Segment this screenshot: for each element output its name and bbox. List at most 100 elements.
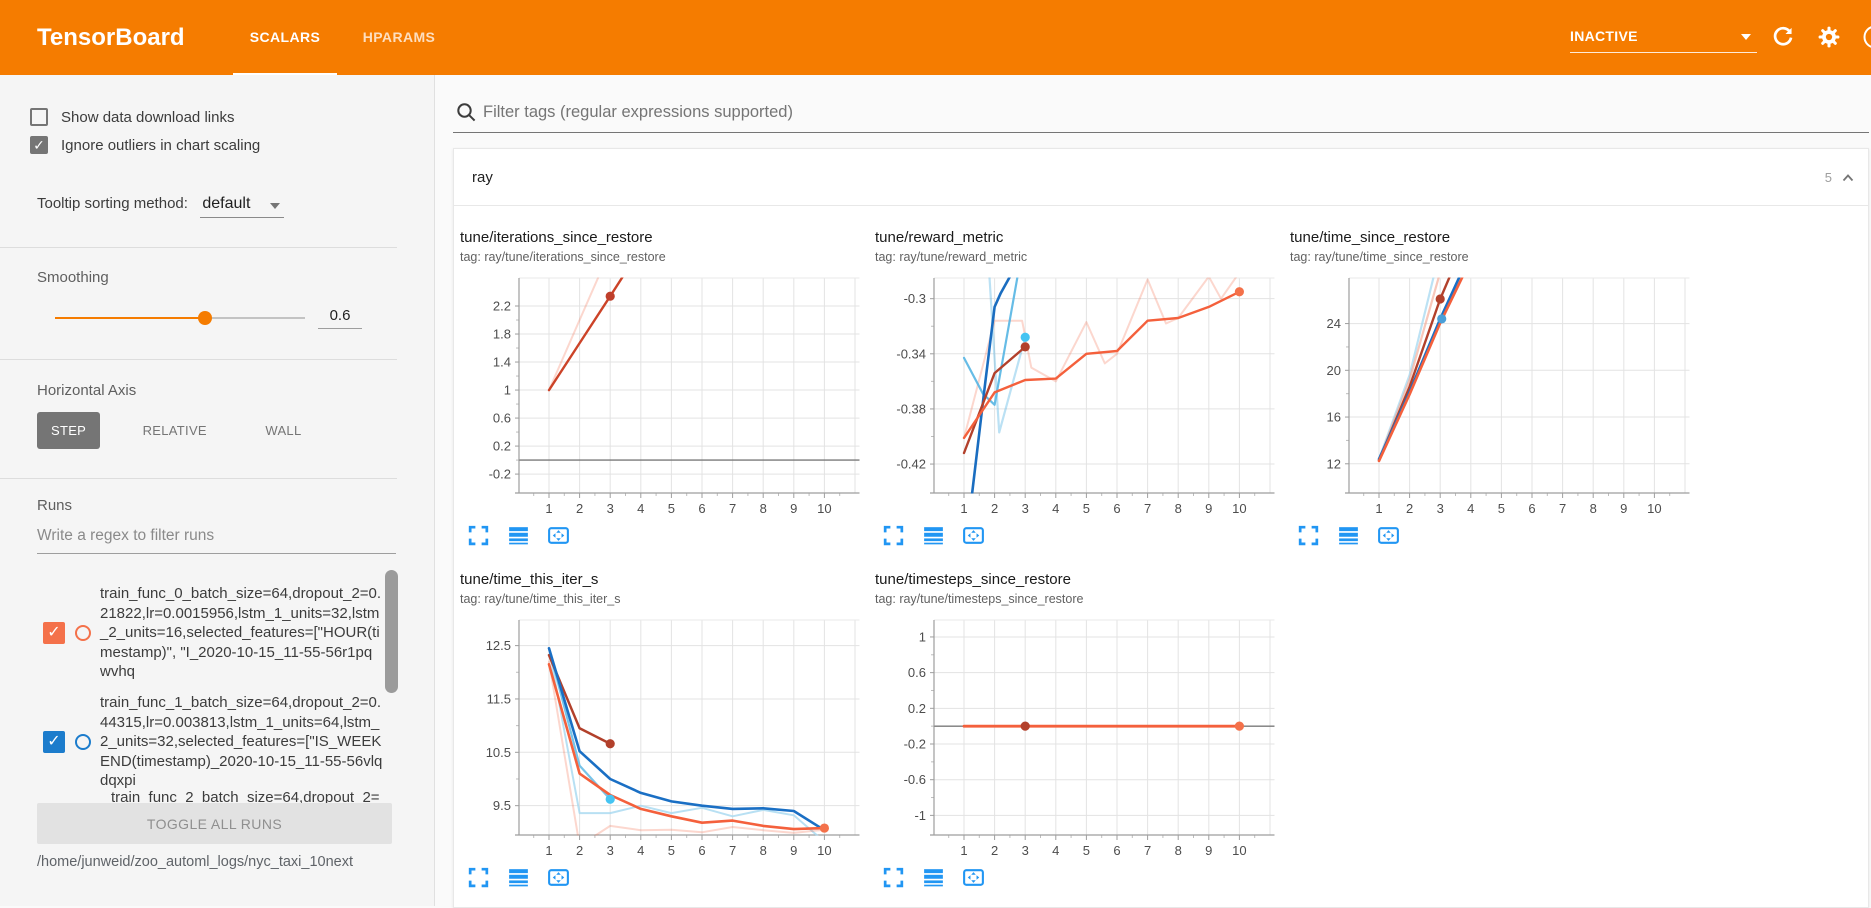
runs-selector-icon[interactable] (921, 523, 946, 548)
run-radio[interactable] (75, 625, 91, 641)
series-end-marker[interactable] (606, 795, 615, 804)
y-tick-label: 10.5 (486, 745, 511, 760)
chart-actions (881, 865, 986, 890)
run-checkbox[interactable]: ✓ (43, 731, 65, 753)
x-tick-label: 8 (1590, 501, 1597, 516)
tag-filter-input[interactable] (483, 97, 1853, 128)
series-end-marker[interactable] (1235, 287, 1244, 296)
x-tick-label: 10 (817, 843, 831, 858)
series-run-1-smoothed (549, 648, 824, 830)
series-end-marker[interactable] (820, 823, 829, 832)
fullscreen-icon[interactable] (466, 865, 491, 890)
refresh-icon (1770, 24, 1796, 50)
chart-plot[interactable]: -0.20.20.611.41.82.212345678910 (460, 274, 860, 524)
tag-group-header[interactable]: ray 5 (454, 149, 1868, 206)
refresh-button[interactable] (1770, 24, 1796, 50)
y-tick-label: 1 (919, 629, 926, 644)
runs-selector-icon[interactable] (921, 865, 946, 890)
x-tick-label: 1 (545, 501, 552, 516)
chart-actions (1296, 523, 1401, 548)
chevron-up-icon[interactable] (1840, 170, 1856, 191)
x-tick-label: 4 (637, 843, 644, 858)
fit-domain-icon[interactable] (546, 865, 571, 890)
x-tick-label: 2 (991, 501, 998, 516)
show-download-links-checkbox[interactable] (30, 108, 48, 126)
series-end-marker[interactable] (1021, 333, 1030, 342)
runs-selector-icon[interactable] (506, 865, 531, 890)
x-tick-label: 7 (729, 501, 736, 516)
run-radio[interactable] (75, 734, 91, 750)
x-tick-label: 2 (991, 843, 998, 858)
toggle-all-runs-button[interactable]: TOGGLE ALL RUNS (37, 803, 392, 844)
horizontal-axis-label: Horizontal Axis (37, 382, 136, 399)
run-label[interactable]: train_func_2_batch_size=64,dropout_2= (111, 788, 385, 803)
y-tick-label: 1 (504, 383, 511, 398)
series-end-marker[interactable] (1021, 722, 1030, 731)
smoothing-slider[interactable] (55, 311, 305, 325)
series-run-0-raw (549, 274, 603, 390)
y-tick-label: 0.2 (493, 439, 511, 454)
x-tick-label: 10 (1647, 501, 1661, 516)
fit-domain-icon[interactable] (961, 865, 986, 890)
tooltip-sorting-select[interactable]: default (200, 193, 284, 218)
y-tick-label: 0.2 (908, 701, 926, 716)
x-tick-label: 9 (1620, 501, 1627, 516)
y-tick-label: 2.2 (493, 299, 511, 314)
fullscreen-icon[interactable] (1296, 523, 1321, 548)
slider-thumb[interactable] (198, 311, 212, 325)
help-button[interactable]: ? (1862, 24, 1871, 50)
chart-card-tune-timesteps-since-restore: tune/timesteps_since_restoretag: ray/tun… (875, 571, 1281, 901)
smoothing-value[interactable]: 0.6 (318, 307, 362, 329)
x-tick-label: 5 (1083, 843, 1090, 858)
runs-selector-icon[interactable] (1336, 523, 1361, 548)
fullscreen-icon[interactable] (881, 865, 906, 890)
y-tick-label: 12.5 (486, 638, 511, 653)
ignore-outliers-checkbox[interactable]: ✓ (30, 136, 48, 154)
run-label[interactable]: train_func_1_batch_size=64,dropout_2=0.4… (100, 693, 383, 791)
series-end-marker[interactable] (1021, 342, 1030, 351)
x-tick-label: 9 (1205, 501, 1212, 516)
fit-domain-icon[interactable] (546, 523, 571, 548)
status-dropdown[interactable]: INACTIVE (1570, 22, 1757, 53)
sidebar: Show data download links ✓ Ignore outlie… (0, 75, 435, 906)
y-tick-label: 1.8 (493, 327, 511, 342)
axis-button-relative[interactable]: RELATIVE (129, 412, 221, 449)
settings-button[interactable] (1816, 24, 1842, 50)
series-end-marker[interactable] (606, 292, 615, 301)
chart-plot[interactable]: 9.510.511.512.512345678910 (460, 616, 860, 866)
runs-filter-input[interactable] (37, 523, 396, 554)
chevron-down-icon (1741, 34, 1751, 40)
sidebar-scrollbar-thumb[interactable] (385, 570, 398, 693)
chart-plot[interactable]: 1216202412345678910 (1290, 274, 1690, 524)
x-tick-label: 2 (576, 501, 583, 516)
ignore-outliers-label: Ignore outliers in chart scaling (61, 137, 260, 154)
fullscreen-icon[interactable] (466, 523, 491, 548)
axis-button-wall[interactable]: WALL (251, 412, 315, 449)
x-tick-label: 4 (1052, 501, 1059, 516)
tab-hparams[interactable]: HPARAMS (351, 0, 447, 75)
series-end-marker[interactable] (1436, 294, 1445, 303)
chart-plot[interactable]: -0.42-0.38-0.34-0.312345678910 (875, 274, 1275, 524)
series-end-marker[interactable] (606, 739, 615, 748)
series-end-marker[interactable] (1437, 314, 1446, 323)
run-checkbox[interactable]: ✓ (43, 622, 65, 644)
fit-domain-icon[interactable] (1376, 523, 1401, 548)
x-tick-label: 1 (545, 843, 552, 858)
y-tick-label: 1.4 (493, 355, 511, 370)
fit-domain-icon[interactable] (961, 523, 986, 548)
fullscreen-icon[interactable] (881, 523, 906, 548)
tab-scalars[interactable]: SCALARS (233, 0, 337, 75)
run-label[interactable]: train_func_0_batch_size=64,dropout_2=0.2… (100, 584, 383, 682)
x-tick-label: 5 (668, 501, 675, 516)
chart-card-tune-iterations-since-restore: tune/iterations_since_restoretag: ray/tu… (460, 229, 866, 559)
chart-title: tune/iterations_since_restore (460, 229, 866, 247)
divider (0, 359, 397, 360)
runs-selector-icon[interactable] (506, 523, 531, 548)
x-tick-label: 6 (1528, 501, 1535, 516)
x-tick-label: 3 (1022, 843, 1029, 858)
series-end-marker[interactable] (1235, 722, 1244, 731)
tag-group-card-ray: ray 5 tune/iterations_since_restoretag: … (453, 148, 1869, 908)
x-tick-label: 1 (960, 501, 967, 516)
chart-plot[interactable]: -1-0.6-0.20.20.6112345678910 (875, 616, 1275, 866)
axis-button-step[interactable]: STEP (37, 412, 100, 449)
